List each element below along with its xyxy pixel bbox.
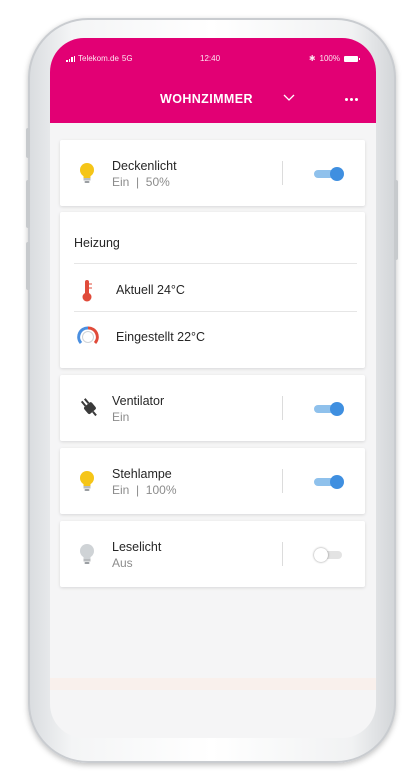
phone-side-button-left-1 — [26, 128, 30, 158]
toggle-knob — [330, 167, 344, 181]
card-divider — [282, 542, 283, 566]
phone-side-button-left-2 — [26, 180, 30, 228]
heating-card: Heizung Aktuell 24°C Eingestellt 22°C — [60, 212, 365, 368]
more-horizontal-icon[interactable] — [345, 98, 358, 101]
battery-icon — [344, 55, 360, 62]
card-divider — [282, 469, 283, 493]
heating-divider-2 — [74, 311, 357, 312]
thermostat-dial-icon[interactable] — [77, 326, 99, 348]
header-title-row: WOHNZIMMER — [50, 90, 376, 110]
status-right: ✱ 100% — [308, 54, 360, 63]
device-status: Ein | 100% — [112, 483, 177, 497]
device-toggle-deckenlicht[interactable] — [314, 167, 346, 181]
bottom-tab-bar — [50, 678, 376, 690]
chevron-down-icon[interactable] — [282, 93, 296, 103]
phone-side-button-right — [394, 180, 398, 260]
device-status: Ein | 50% — [112, 175, 170, 189]
toggle-knob — [314, 548, 328, 562]
device-card-ventilator[interactable]: Ventilator Ein — [60, 375, 365, 441]
bulb-on-icon — [80, 163, 94, 183]
toggle-knob — [330, 475, 344, 489]
device-name: Ventilator — [112, 394, 165, 408]
heating-divider-1 — [74, 263, 357, 264]
card-divider — [282, 161, 283, 185]
toggle-knob — [330, 402, 344, 416]
device-name: Leselicht — [112, 540, 162, 554]
heating-setpoint[interactable]: Eingestellt 22°C — [116, 330, 205, 344]
device-toggle-ventilator[interactable] — [314, 402, 346, 416]
bulb-on-icon — [80, 471, 94, 491]
signal-icon — [66, 55, 75, 62]
device-toggle-stehlampe[interactable] — [314, 475, 346, 489]
thermometer-icon — [82, 280, 92, 302]
phone-side-button-left-3 — [26, 242, 30, 290]
device-toggle-leselicht[interactable] — [314, 548, 346, 562]
status-time: 12:40 — [200, 54, 221, 63]
device-status: Aus — [112, 556, 133, 570]
bluetooth-icon: ✱ — [308, 54, 316, 63]
device-card-deckenlicht[interactable]: Deckenlicht Ein | 50% — [60, 140, 365, 206]
device-name: Deckenlicht — [112, 159, 177, 173]
plug-icon — [80, 398, 97, 417]
card-divider — [282, 396, 283, 420]
carrier-name: Telekom.de — [78, 54, 119, 63]
bulb-off-icon — [80, 544, 94, 564]
device-card-leselicht[interactable]: Leselicht Aus — [60, 521, 365, 587]
heating-current: Aktuell 24°C — [116, 283, 185, 297]
room-title[interactable]: WOHNZIMMER — [160, 92, 253, 106]
app-header: Telekom.de 5G 12:40 ✱ 100% WOHNZIMMER — [50, 38, 376, 123]
device-card-stehlampe[interactable]: Stehlampe Ein | 100% — [60, 448, 365, 514]
network-type: 5G — [121, 54, 133, 63]
device-status: Ein — [112, 410, 130, 424]
app-screen: Telekom.de 5G 12:40 ✱ 100% WOHNZIMMER De… — [50, 38, 376, 738]
heating-title: Heizung — [74, 236, 120, 250]
status-left: Telekom.de 5G — [66, 54, 133, 63]
device-name: Stehlampe — [112, 467, 172, 481]
battery-percent: 100% — [319, 54, 340, 63]
